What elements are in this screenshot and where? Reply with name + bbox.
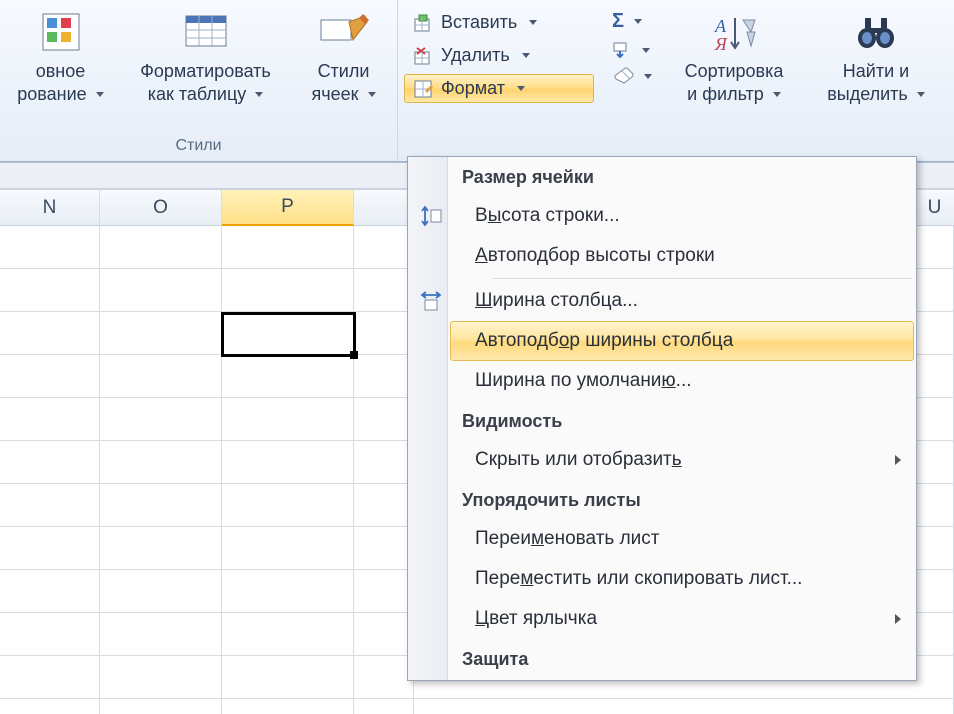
menu-section-organize: Упорядочить листы: [448, 480, 916, 519]
chevron-down-icon: [96, 92, 104, 97]
cell-styles-line2: ячеек: [311, 84, 358, 104]
fill-button[interactable]: [612, 41, 652, 59]
menu-item-col-width[interactable]: Ширина столбца...: [450, 281, 914, 321]
column-header-n[interactable]: N: [0, 190, 100, 226]
tab-color-label: Цвет ярлычка: [475, 608, 597, 630]
cell-styles-button[interactable]: Стили ячеек: [296, 6, 392, 105]
sigma-icon: Σ: [612, 10, 624, 33]
delete-cells-icon: [413, 46, 433, 66]
menu-section-visibility: Видимость: [448, 401, 916, 440]
find-select-line1: Найти и: [843, 61, 909, 81]
format-cells-icon: [413, 79, 433, 99]
sort-filter-icon: AЯ: [711, 10, 757, 54]
delete-label: Удалить: [441, 45, 510, 66]
chevron-down-icon: [522, 53, 530, 58]
svg-text:A: A: [714, 16, 727, 36]
menu-item-hide-unhide[interactable]: Скрыть или отобразить: [450, 440, 914, 480]
row-height-label: Высота строки...: [475, 205, 620, 227]
chevron-down-icon: [644, 74, 652, 79]
format-dropdown-menu: Размер ячейки Высота строки... Автоподбо…: [407, 156, 917, 681]
hide-unhide-label: Скрыть или отобразить: [475, 449, 682, 471]
menu-item-autofit-row[interactable]: Автоподбор высоты строки: [450, 236, 914, 276]
menu-item-row-height[interactable]: Высота строки...: [450, 196, 914, 236]
chevron-down-icon: [773, 92, 781, 97]
menu-item-move-copy[interactable]: Переместить или скопировать лист...: [450, 559, 914, 599]
format-table-line2: как таблицу: [148, 84, 247, 104]
conditional-formatting-button[interactable]: овное рование: [6, 6, 116, 105]
ribbon-group-styles: овное рование Форматировать как таблицу Ст…: [0, 0, 398, 161]
chevron-down-icon: [529, 20, 537, 25]
svg-text:Я: Я: [714, 34, 728, 54]
insert-button[interactable]: Вставить: [404, 8, 594, 37]
column-header-q[interactable]: [354, 190, 414, 226]
row-height-icon: [417, 202, 445, 230]
format-as-table-button[interactable]: Форматировать как таблицу: [116, 6, 296, 105]
format-label: Формат: [441, 78, 505, 99]
menu-item-tab-color[interactable]: Цвет ярлычка: [450, 599, 914, 639]
chevron-down-icon: [255, 92, 263, 97]
chevron-down-icon: [634, 19, 642, 24]
conditional-formatting-icon: [39, 10, 83, 54]
table-icon: [184, 10, 228, 54]
column-header-o[interactable]: O: [100, 190, 222, 226]
fill-down-icon: [612, 41, 632, 59]
column-header-p[interactable]: P: [222, 190, 354, 226]
menu-separator: [492, 278, 912, 279]
cell-styles-icon: [319, 10, 369, 54]
find-select-line2: выделить: [827, 84, 908, 104]
menu-item-autofit-col[interactable]: Автоподбор ширины столбца: [450, 321, 914, 361]
format-table-line1: Форматировать: [140, 61, 271, 81]
ribbon-group-cells: Вставить Удалить Формат: [398, 0, 594, 161]
column-header-u[interactable]: U: [914, 190, 954, 226]
chevron-down-icon: [642, 48, 650, 53]
menu-section-cell-size: Размер ячейки: [448, 157, 916, 196]
sort-filter-line2: и фильтр: [687, 84, 764, 104]
autosum-button[interactable]: Σ: [612, 10, 652, 33]
eraser-icon: [612, 67, 634, 85]
menu-item-rename-sheet[interactable]: Переименовать лист: [450, 519, 914, 559]
menu-item-default-width[interactable]: Ширина по умолчанию...: [450, 361, 914, 401]
rename-sheet-label: Переименовать лист: [475, 528, 660, 550]
default-width-label: Ширина по умолчанию...: [475, 370, 692, 392]
sort-filter-line1: Сортировка: [685, 61, 784, 81]
delete-button[interactable]: Удалить: [404, 41, 594, 70]
submenu-arrow-icon: [895, 455, 901, 465]
clear-button[interactable]: [612, 67, 652, 85]
cond-format-line1: овное: [36, 61, 86, 81]
move-copy-label: Переместить или скопировать лист...: [475, 568, 802, 590]
col-width-icon: [417, 287, 445, 315]
chevron-down-icon: [517, 86, 525, 91]
ribbon-group-editing: Σ AЯ: [594, 0, 954, 161]
autofit-row-label: Автоподбор высоты строки: [475, 245, 715, 267]
autofit-col-label: Автоподбор ширины столбца: [475, 330, 733, 352]
menu-section-protect: Защита: [448, 639, 916, 678]
ribbon: овное рование Форматировать как таблицу Ст…: [0, 0, 954, 162]
cell-styles-line1: Стили: [318, 61, 370, 81]
submenu-arrow-icon: [895, 614, 901, 624]
binoculars-icon: [853, 10, 899, 54]
chevron-down-icon: [917, 92, 925, 97]
sort-filter-button[interactable]: AЯ Сортировка и фильтр: [662, 6, 806, 105]
find-select-button[interactable]: Найти и выделить: [806, 6, 946, 105]
format-button[interactable]: Формат: [404, 74, 594, 103]
chevron-down-icon: [368, 92, 376, 97]
cond-format-line2: рование: [17, 84, 86, 104]
insert-label: Вставить: [441, 12, 517, 33]
styles-group-label: Стили: [0, 133, 397, 161]
menu-icon-rail: [408, 157, 448, 680]
insert-cells-icon: [413, 13, 433, 33]
col-width-label: Ширина столбца...: [475, 290, 638, 312]
